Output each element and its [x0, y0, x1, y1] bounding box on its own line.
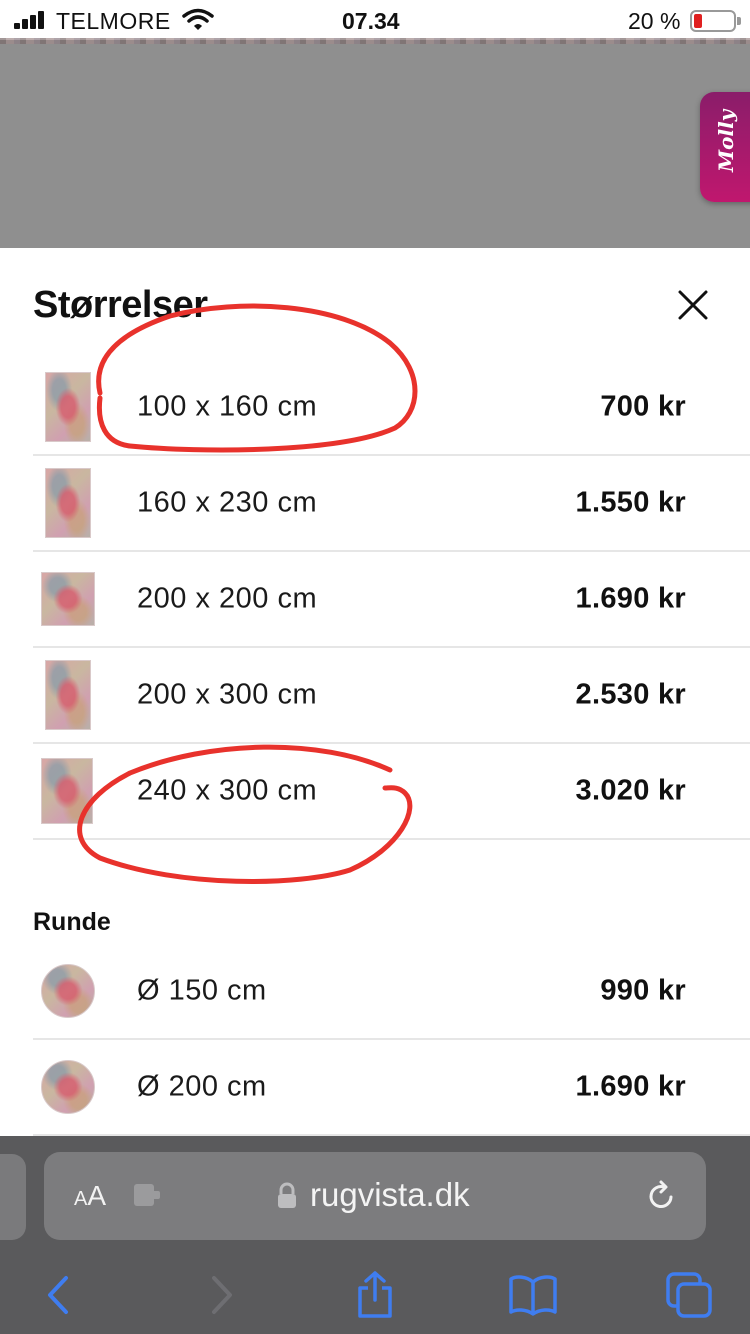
wifi-icon	[182, 8, 214, 30]
size-label: 100 x 160 cm	[137, 390, 318, 423]
size-label: 200 x 300 cm	[137, 678, 318, 711]
price-label: 1.690 kr	[575, 582, 686, 615]
price-label: 2.530 kr	[575, 678, 686, 711]
address-bar[interactable]: AA rugvista.dk	[44, 1152, 706, 1240]
price-label: 1.690 kr	[575, 1070, 686, 1103]
share-icon[interactable]	[350, 1270, 400, 1320]
rug-thumbnail	[41, 572, 95, 626]
cellular-signal-icon	[14, 11, 48, 29]
page-image-edge	[0, 38, 750, 44]
molly-chat-tab[interactable]: Molly	[700, 92, 750, 202]
size-option-160x230[interactable]: 160 x 230 cm 1.550 kr	[33, 456, 750, 552]
size-label: Ø 200 cm	[137, 1070, 267, 1103]
price-label: 1.550 kr	[575, 486, 686, 519]
round-section-title: Runde	[33, 908, 111, 936]
size-label: 240 x 300 cm	[137, 774, 318, 807]
browser-toolbar: AA rugvista.dk	[0, 1136, 750, 1334]
rug-thumbnail	[41, 758, 93, 824]
price-label: 700 kr	[600, 390, 686, 423]
size-label: Ø 150 cm	[137, 974, 267, 1007]
round-rug-thumbnail	[41, 964, 95, 1018]
size-option-round-200[interactable]: Ø 200 cm 1.690 kr	[33, 1040, 750, 1136]
status-bar: TELMORE 07.34 20 %	[0, 0, 750, 40]
bookmarks-icon[interactable]	[508, 1270, 558, 1320]
size-option-round-150[interactable]: Ø 150 cm 990 kr	[33, 944, 750, 1040]
lock-icon	[278, 1182, 296, 1208]
url-domain: rugvista.dk	[310, 1176, 470, 1213]
size-label: 200 x 200 cm	[137, 582, 318, 615]
close-icon[interactable]	[672, 284, 714, 326]
previous-tab-preview[interactable]	[0, 1154, 26, 1240]
size-option-240x300[interactable]: 240 x 300 cm 3.020 kr	[33, 744, 750, 840]
price-label: 3.020 kr	[575, 774, 686, 807]
reload-icon[interactable]	[644, 1179, 678, 1213]
forward-icon[interactable]	[196, 1270, 246, 1320]
clock: 07.34	[342, 8, 400, 34]
size-label: 160 x 230 cm	[137, 486, 318, 519]
rug-thumbnail	[45, 660, 91, 730]
text-size-button[interactable]: AA	[74, 1180, 106, 1212]
sheet-title: Størrelser	[33, 284, 208, 326]
tabs-icon[interactable]	[664, 1270, 714, 1320]
rug-thumbnail	[45, 468, 91, 538]
round-rug-thumbnail	[41, 1060, 95, 1114]
battery-level-fill	[694, 14, 702, 28]
back-icon[interactable]	[34, 1270, 84, 1320]
size-option-200x200[interactable]: 200 x 200 cm 1.690 kr	[33, 552, 750, 648]
rug-thumbnail	[45, 372, 91, 442]
size-option-100x160[interactable]: 100 x 160 cm 700 kr	[33, 360, 750, 456]
size-option-200x300[interactable]: 200 x 300 cm 2.530 kr	[33, 648, 750, 744]
battery-percentage: 20 %	[628, 8, 681, 34]
carrier-name: TELMORE	[56, 8, 171, 34]
price-label: 990 kr	[600, 974, 686, 1007]
size-selector-sheet: Størrelser 100 x 160 cm 700 kr 160 x 230…	[0, 248, 750, 1136]
molly-label: Molly	[714, 109, 738, 172]
extension-icon[interactable]	[132, 1182, 162, 1208]
battery-icon	[690, 10, 741, 32]
